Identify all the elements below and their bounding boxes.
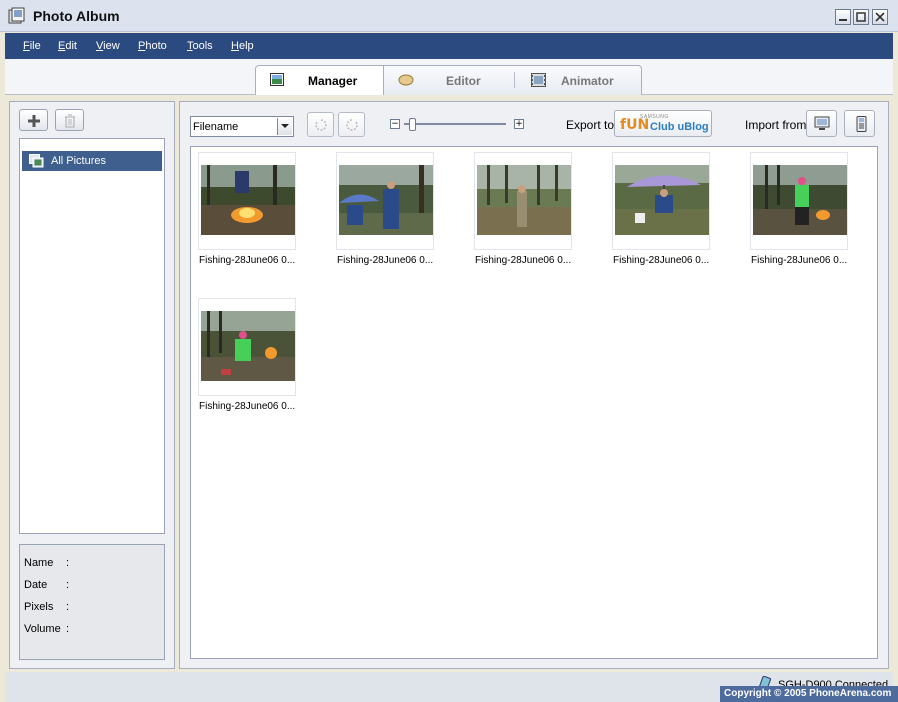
- tree-item-all-pictures[interactable]: All Pictures: [22, 151, 162, 171]
- menu-tools[interactable]: Tools: [187, 40, 213, 52]
- photo-info-panel: Name: Date: Pixels: Volume:: [19, 544, 165, 660]
- album-tree: All Pictures: [19, 138, 165, 534]
- photo-caption: Fishing-28June06 0...: [337, 255, 434, 266]
- photo-caption: Fishing-28June06 0...: [475, 255, 572, 266]
- delete-album-button[interactable]: [55, 109, 84, 131]
- import-computer-button[interactable]: [806, 110, 837, 137]
- zoom-thumb[interactable]: [409, 118, 416, 131]
- rotate-left-button[interactable]: [307, 112, 334, 137]
- export-label: Export to: [566, 118, 615, 132]
- window-title: Photo Album: [33, 8, 120, 24]
- maximize-icon: [856, 12, 866, 22]
- plus-icon: [28, 115, 40, 127]
- menu-photo[interactable]: Photo: [138, 40, 167, 52]
- rotate-right-icon: [346, 119, 358, 131]
- tab-strip: Manager Editor Animator: [5, 59, 893, 95]
- photo-thumbnail[interactable]: [612, 152, 710, 250]
- menu-edit[interactable]: Edit: [58, 40, 77, 52]
- menu-help[interactable]: Help: [231, 40, 254, 52]
- app-icon: [8, 7, 25, 24]
- photo-image: [615, 165, 709, 235]
- sort-dropdown[interactable]: Filename: [190, 116, 294, 137]
- zoom-track: [404, 123, 506, 125]
- export-fun-club-button[interactable]: SAMSUNG fUN Club uBlog: [614, 110, 712, 137]
- photo-grid: Fishing-28June06 0... Fishing-28June06 0…: [190, 146, 878, 659]
- photo-caption: Fishing-28June06 0...: [613, 255, 710, 266]
- pictures-icon: [29, 154, 44, 168]
- rotate-right-button[interactable]: [338, 112, 365, 137]
- album-panel: All Pictures Name: Date: Pixels: Volume:: [9, 101, 175, 669]
- tab-manager[interactable]: Manager: [256, 66, 384, 95]
- photo-caption: Fishing-28June06 0...: [199, 401, 296, 412]
- import-phone-button[interactable]: [844, 110, 875, 137]
- zoom-in-icon[interactable]: +: [514, 119, 524, 129]
- zoom-out-icon[interactable]: −: [390, 119, 400, 129]
- rotate-left-icon: [315, 119, 327, 131]
- close-button[interactable]: [872, 9, 888, 25]
- phone-icon: [856, 116, 867, 132]
- photo-image: [201, 165, 295, 235]
- photo-image: [753, 165, 847, 235]
- editor-icon: [398, 74, 414, 86]
- mode-tabs: Manager Editor Animator: [255, 65, 642, 95]
- photo-thumbnail[interactable]: [198, 298, 296, 396]
- animator-icon: [531, 73, 546, 87]
- title-bar: Photo Album: [0, 0, 898, 32]
- photo-image: [201, 311, 295, 381]
- photo-thumbnail[interactable]: [750, 152, 848, 250]
- trash-icon: [65, 114, 75, 128]
- menu-file[interactable]: File: [23, 40, 41, 52]
- fun-club-logo: fUN: [620, 117, 650, 133]
- manager-icon: [270, 73, 284, 86]
- add-album-button[interactable]: [19, 109, 48, 131]
- minimize-icon: [839, 19, 847, 21]
- photo-thumbnail[interactable]: [198, 152, 296, 250]
- tab-editor[interactable]: Editor: [385, 66, 513, 95]
- copyright-watermark: Copyright © 2005 PhoneArena.com: [720, 686, 898, 702]
- photo-panel: Filename − + Export to SAMSUNG fUN Club …: [179, 101, 889, 669]
- chevron-down-icon: [277, 118, 292, 135]
- import-label: Import from: [745, 118, 807, 132]
- photo-thumbnail[interactable]: [336, 152, 434, 250]
- photo-image: [477, 165, 571, 235]
- menu-bar: File Edit View Photo Tools Help: [5, 33, 893, 59]
- photo-caption: Fishing-28June06 0...: [751, 255, 848, 266]
- photo-thumbnail[interactable]: [474, 152, 572, 250]
- tab-animator[interactable]: Animator: [515, 66, 642, 95]
- minimize-button[interactable]: [835, 9, 851, 25]
- photo-image: [339, 165, 433, 235]
- close-icon: [875, 12, 885, 22]
- photo-caption: Fishing-28June06 0...: [199, 255, 296, 266]
- computer-icon: [814, 116, 830, 130]
- menu-view[interactable]: View: [96, 40, 120, 52]
- zoom-slider[interactable]: − +: [390, 118, 524, 131]
- maximize-button[interactable]: [853, 9, 869, 25]
